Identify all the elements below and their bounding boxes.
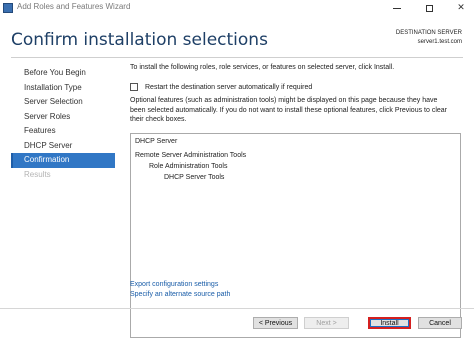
wizard-nav: Before You Begin Installation Type Serve… (11, 66, 115, 182)
footer-divider (0, 308, 474, 309)
install-button[interactable]: Install (368, 317, 411, 329)
wizard-app-icon (3, 3, 13, 13)
maximize-icon (425, 4, 433, 12)
nav-item-dhcp-server[interactable]: DHCP Server (11, 139, 115, 154)
nav-item-features[interactable]: Features (11, 124, 115, 139)
nav-item-server-roles[interactable]: Server Roles (11, 110, 115, 125)
destination-server-label: DESTINATION SERVER (395, 30, 462, 36)
selection-item: Remote Server Administration Tools (135, 152, 247, 159)
minimize-button[interactable] (386, 0, 408, 16)
restart-checkbox-label[interactable]: Restart the destination server automatic… (145, 84, 312, 91)
optional-note-line: their check boxes. (130, 116, 187, 123)
optional-note-line: been selected automatically. If you do n… (130, 106, 447, 114)
export-configuration-link[interactable]: Export configuration settings (130, 280, 230, 290)
nav-item-installation-type[interactable]: Installation Type (11, 81, 115, 96)
optional-note-line: Optional features (such as administratio… (130, 97, 438, 104)
intro-text: To install the following roles, role ser… (130, 64, 395, 71)
alternate-source-link[interactable]: Specify an alternate source path (130, 290, 230, 300)
nav-item-server-selection[interactable]: Server Selection (11, 95, 115, 110)
destination-server-name: server1.test.com (417, 39, 462, 45)
nav-item-confirmation[interactable]: Confirmation (11, 153, 115, 168)
maximize-button[interactable] (418, 0, 440, 16)
header-divider (11, 57, 463, 58)
next-button: Next > (304, 317, 349, 329)
close-button[interactable]: ✕ (450, 0, 472, 16)
close-icon: ✕ (457, 3, 465, 13)
selection-item: DHCP Server Tools (164, 174, 225, 181)
previous-button[interactable]: < Previous (253, 317, 298, 329)
minimize-icon (393, 7, 401, 9)
window-title: Add Roles and Features Wizard (17, 2, 131, 11)
links-area: Export configuration settings Specify an… (130, 280, 230, 300)
nav-item-before-you-begin[interactable]: Before You Begin (11, 66, 115, 81)
cancel-button[interactable]: Cancel (418, 317, 462, 329)
restart-checkbox[interactable] (130, 83, 138, 91)
selection-item: DHCP Server (135, 138, 178, 145)
nav-item-results: Results (24, 169, 51, 179)
restart-option: Restart the destination server automatic… (130, 83, 312, 91)
page-title: Confirm installation selections (11, 30, 268, 50)
optional-features-note: Optional features (such as administratio… (130, 96, 464, 125)
title-bar: Add Roles and Features Wizard ✕ (0, 0, 474, 16)
selection-item: Role Administration Tools (149, 163, 228, 170)
